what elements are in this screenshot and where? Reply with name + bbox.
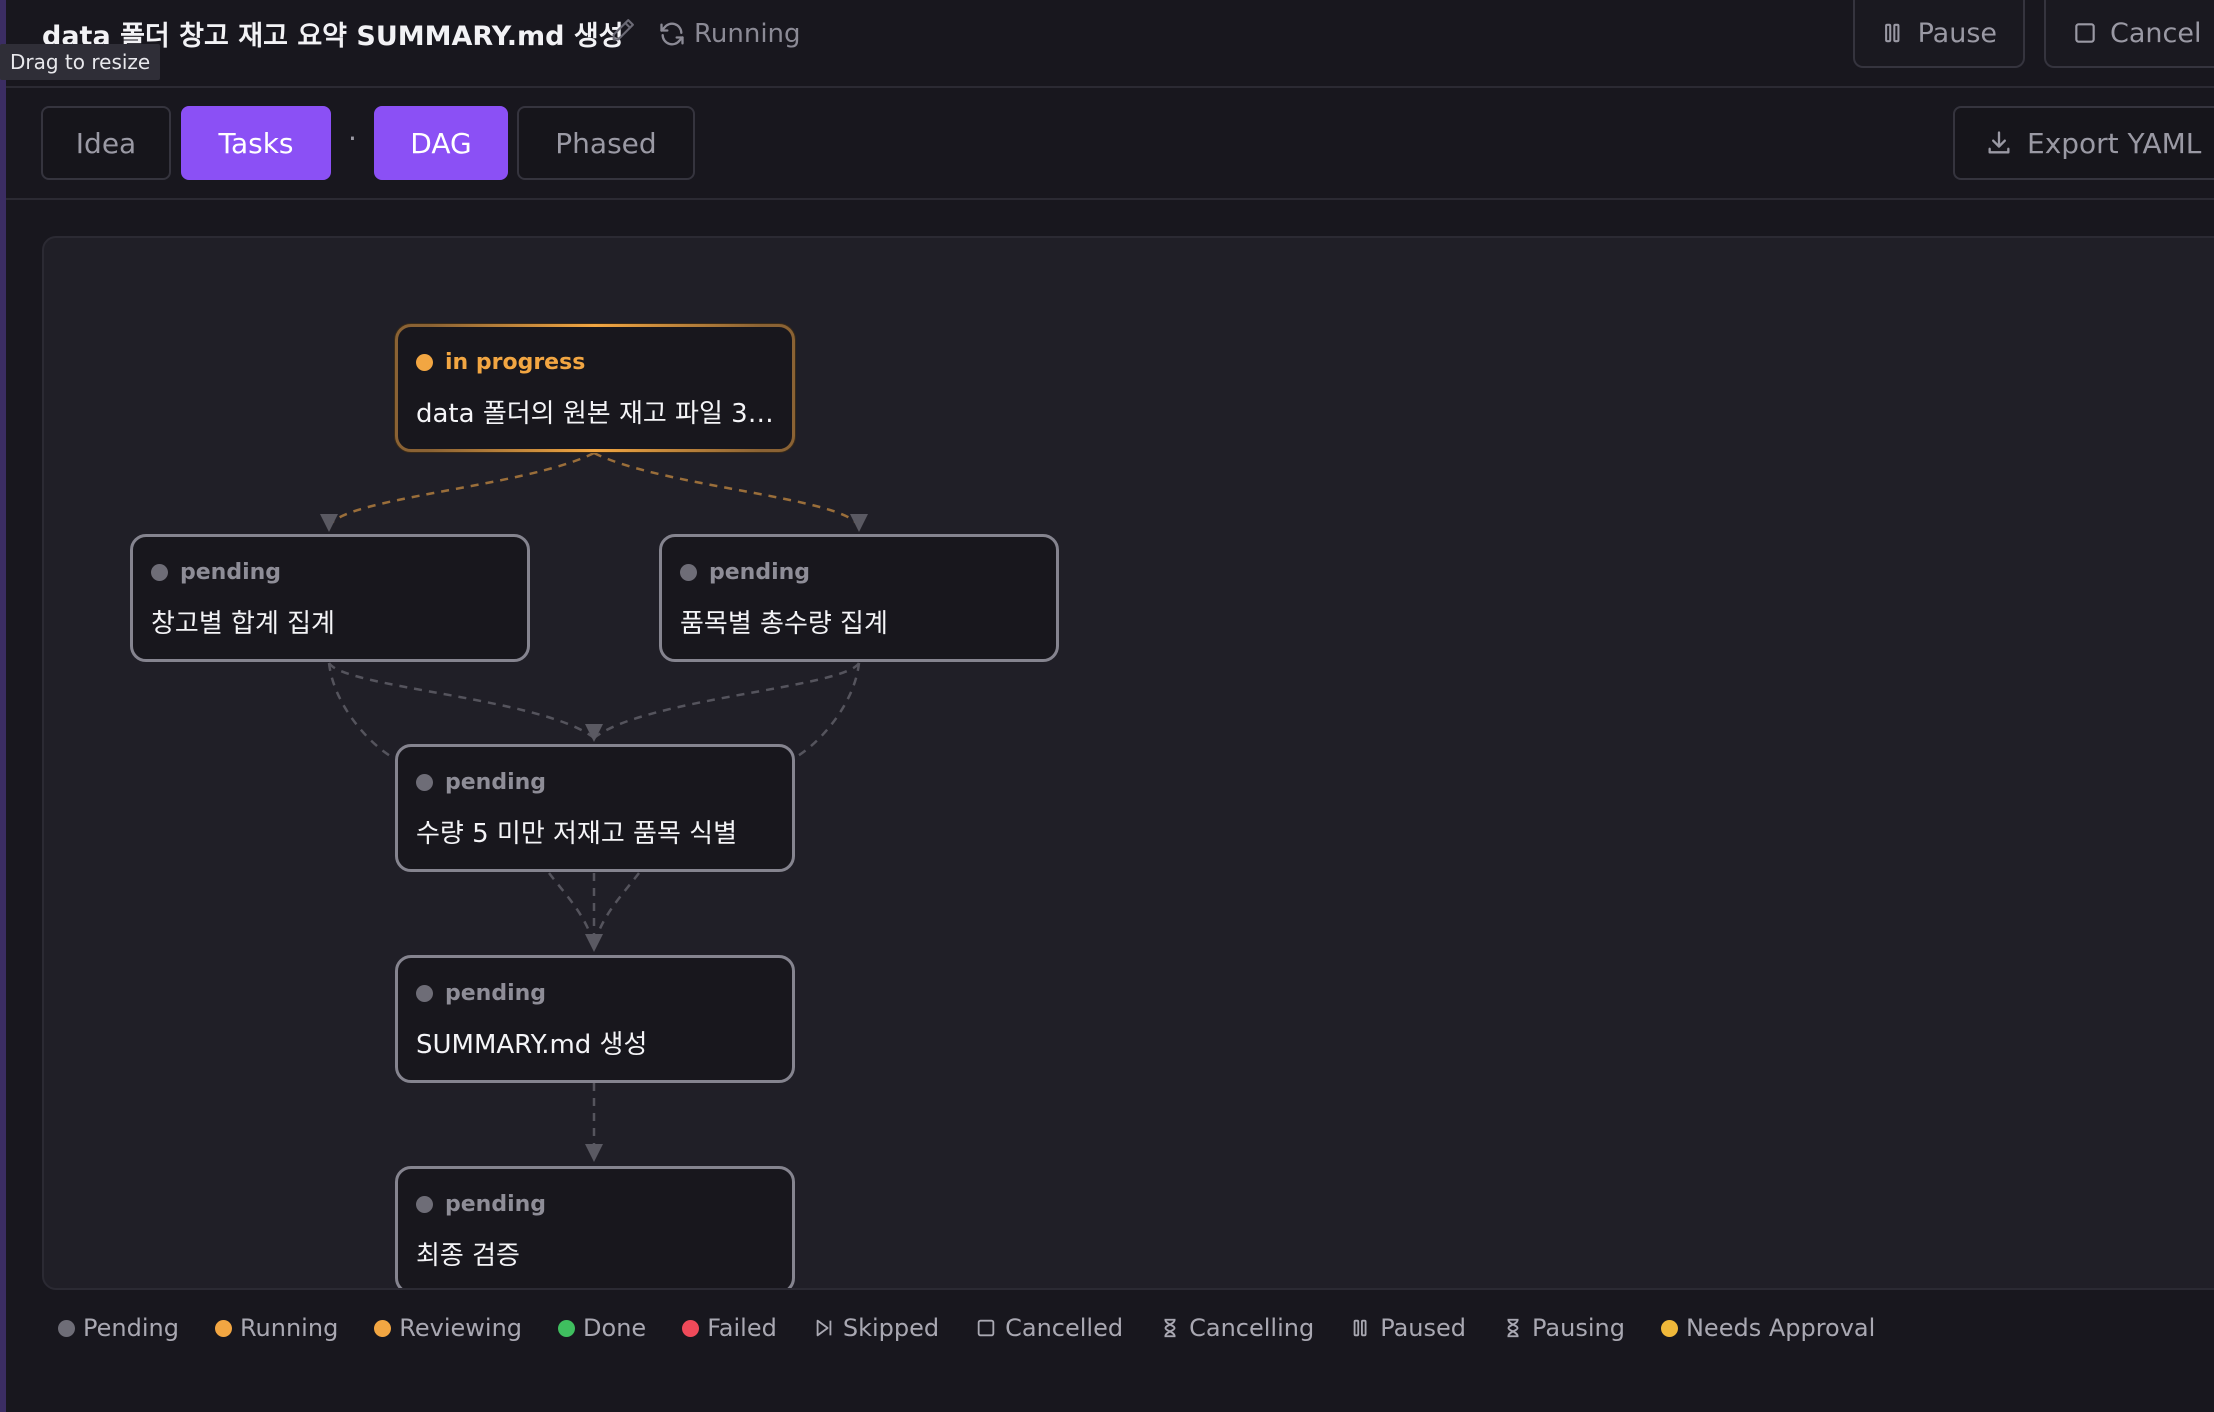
legend-item-needs-approval: Needs Approval xyxy=(1660,1314,1875,1342)
hourglass-icon xyxy=(1164,1318,1176,1338)
edge-2-4-a xyxy=(327,662,595,739)
node-status-label: pending xyxy=(445,980,547,1006)
needs-approval-dot xyxy=(1660,1319,1678,1337)
status-indicator: Running xyxy=(658,14,801,54)
dag-node-2[interactable]: pending 창고별 합계 집계 xyxy=(130,534,530,662)
arrow-node-5 xyxy=(585,934,603,952)
view-toolbar: Idea Tasks · DAG Phased Export YAML xyxy=(6,88,2214,200)
cancel-button[interactable]: Cancel xyxy=(2044,0,2214,68)
square-icon xyxy=(977,1319,995,1337)
pause-icon xyxy=(1353,1319,1367,1337)
pending-status-dot xyxy=(416,984,433,1002)
skip-icon xyxy=(816,1319,832,1337)
legend-item-failed: Failed xyxy=(682,1314,777,1342)
node-status-label: pending xyxy=(180,559,282,585)
cancel-label: Cancel xyxy=(2110,17,2202,49)
dag-node-3[interactable]: pending 품목별 총수량 집계 xyxy=(659,534,1059,662)
node-title: 창고별 합계 집계 xyxy=(151,609,335,639)
hourglass-icon xyxy=(1507,1318,1519,1338)
node-title: SUMMARY.md 생성 xyxy=(416,1030,648,1060)
legend-item-pausing: Pausing xyxy=(1502,1314,1625,1342)
tab-tasks[interactable]: Tasks xyxy=(181,106,331,180)
pending-status-dot xyxy=(151,563,168,581)
legend-item-done: Done xyxy=(558,1314,646,1342)
legend-item-running: Running xyxy=(214,1314,338,1342)
node-title: 수량 5 미만 저재고 품목 식별 xyxy=(416,819,737,849)
reviewing-dot xyxy=(374,1319,392,1337)
status-text: Running xyxy=(694,19,801,49)
dag-node-5[interactable]: pending SUMMARY.md 생성 xyxy=(395,955,795,1083)
dag-canvas[interactable]: in progress data 폴더의 원본 재고 파일 3개... pend… xyxy=(42,236,2214,1290)
running-dot xyxy=(214,1319,232,1337)
pending-dot xyxy=(58,1319,75,1337)
tab-dag[interactable]: DAG xyxy=(374,106,508,180)
export-yaml-button[interactable]: Export YAML xyxy=(1953,106,2214,180)
arrow-node-6 xyxy=(585,1144,603,1162)
node-status-label: pending xyxy=(709,559,811,585)
edge-3-4-a xyxy=(593,662,861,739)
resize-tooltip: Drag to resize xyxy=(0,44,161,80)
edge-1-3 xyxy=(593,451,861,529)
pending-status-dot xyxy=(416,773,433,791)
pencil-icon[interactable] xyxy=(609,16,637,44)
legend-item-pending: Pending xyxy=(58,1314,179,1342)
status-legend: Pending Running Reviewing Done Failed Sk… xyxy=(58,1310,1875,1346)
legend-item-cancelled: Cancelled xyxy=(975,1314,1123,1342)
dag-node-6[interactable]: pending 최종 검증 xyxy=(395,1166,795,1288)
pause-button[interactable]: Pause xyxy=(1853,0,2025,68)
arrow-node-3 xyxy=(850,514,868,532)
pending-status-dot xyxy=(680,563,697,581)
node-glow xyxy=(428,449,762,452)
legend-item-cancelling: Cancelling xyxy=(1159,1314,1314,1342)
pause-icon xyxy=(1885,23,1900,43)
node-glow xyxy=(428,324,762,327)
node-status-label: in progress xyxy=(445,349,586,375)
legend-item-skipped: Skipped xyxy=(813,1314,939,1342)
dag-node-4[interactable]: pending 수량 5 미만 저재고 품목 식별 xyxy=(395,744,795,872)
running-status-dot xyxy=(416,353,433,371)
resize-handle[interactable] xyxy=(0,0,6,1412)
legend-item-reviewing: Reviewing xyxy=(374,1314,522,1342)
edge-1-2 xyxy=(327,451,595,529)
tab-idea[interactable]: Idea xyxy=(41,106,171,180)
dag-edges xyxy=(320,451,868,1162)
node-status-label: pending xyxy=(445,1191,547,1217)
dag-node-1[interactable]: in progress data 폴더의 원본 재고 파일 3개... xyxy=(395,324,795,452)
square-icon xyxy=(2075,23,2095,43)
node-title: data 폴더의 원본 재고 파일 3개... xyxy=(416,399,774,429)
node-title: 최종 검증 xyxy=(416,1241,520,1271)
failed-dot xyxy=(682,1319,700,1337)
arrow-node-4 xyxy=(585,724,603,742)
tab-separator: · xyxy=(348,122,357,155)
legend-item-paused: Paused xyxy=(1350,1314,1466,1342)
node-status-label: pending xyxy=(445,769,547,795)
tab-phased[interactable]: Phased xyxy=(517,106,695,180)
pause-label: Pause xyxy=(1917,17,1997,49)
pending-status-dot xyxy=(416,1195,433,1213)
done-dot xyxy=(558,1319,576,1337)
arrow-node-2 xyxy=(320,514,338,532)
export-yaml-label: Export YAML xyxy=(2027,126,2202,160)
download-icon xyxy=(1988,131,2010,154)
header: data 폴더 창고 재고 요약 SUMMARY.md 생성 Running P… xyxy=(6,0,2214,88)
refresh-icon xyxy=(660,22,684,46)
node-title: 품목별 총수량 집계 xyxy=(680,609,888,639)
